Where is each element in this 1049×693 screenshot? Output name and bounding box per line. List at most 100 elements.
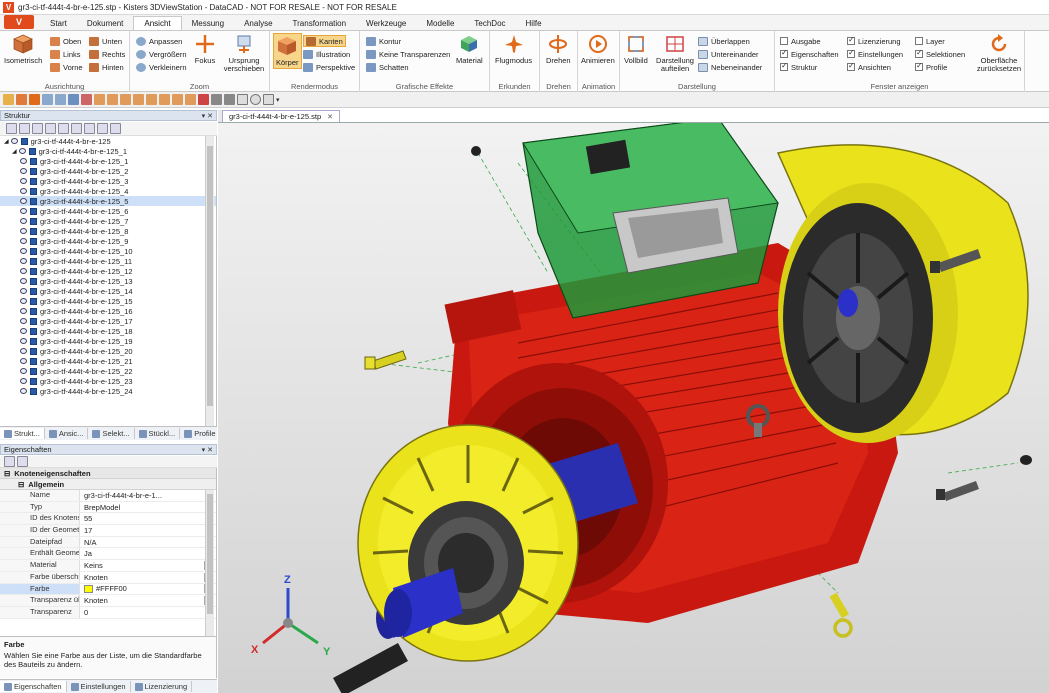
toggle-ansichten[interactable]: Ansichten [847, 61, 891, 73]
view-front-button[interactable]: Vorne [50, 61, 83, 73]
settings-icon[interactable] [110, 123, 121, 134]
close-tab-icon[interactable]: ✕ [327, 113, 333, 121]
tree-item[interactable]: gr3-ci-tf-444t-4-br-e-125_2 [0, 166, 216, 176]
animate-button[interactable]: Animieren [581, 33, 615, 65]
split-view-button[interactable]: Darstellung aufteilen [656, 33, 694, 73]
structure-scrollbar[interactable] [205, 136, 214, 426]
tree-item[interactable]: gr3-ci-tf-444t-4-br-e-125_7 [0, 216, 216, 226]
toggle-eigenschaften[interactable]: Eigenschaften [780, 48, 839, 60]
render-solid-button[interactable]: Körper [273, 33, 302, 69]
tree-item[interactable]: gr3-ci-tf-444t-4-br-e-125_20 [0, 346, 216, 356]
lifting-eye[interactable] [829, 592, 853, 638]
view-left-button[interactable]: Links [50, 48, 81, 60]
tab-analyse[interactable]: Analyse [234, 17, 282, 30]
app-menu-button[interactable]: V [4, 15, 34, 29]
properties-scrollbar[interactable] [205, 490, 214, 636]
view-back-button[interactable]: Hinten [89, 61, 124, 73]
zoom-in-button[interactable]: Vergrößern [136, 48, 187, 60]
visibility-icon[interactable] [20, 288, 27, 294]
stacked-button[interactable]: Untereinander [698, 48, 759, 60]
focus-button[interactable]: Fokus [194, 33, 216, 65]
section-allgemein[interactable]: ⊟ Allgemein [0, 479, 216, 490]
tree-item[interactable]: gr3-ci-tf-444t-4-br-e-125_24 [0, 386, 216, 396]
remove-node-icon[interactable] [71, 123, 82, 134]
prop-value[interactable]: gr3-ci-tf-444t-4-br-e-1... [80, 490, 216, 501]
tab-profile[interactable]: Profile [180, 428, 221, 439]
visibility-icon[interactable] [20, 388, 27, 394]
shadow-button[interactable]: Schatten [366, 61, 409, 73]
tree-item[interactable]: gr3-ci-tf-444t-4-br-e-125_9 [0, 236, 216, 246]
tab-dokument[interactable]: Dokument [77, 17, 133, 30]
rotate-button[interactable]: Drehen [546, 33, 571, 65]
view-right-icon[interactable] [133, 94, 144, 105]
measure-icon[interactable] [198, 94, 209, 105]
expand-all-icon[interactable] [6, 123, 17, 134]
visibility-icon[interactable] [20, 348, 27, 354]
zoom-fit-button[interactable]: Anpassen [136, 35, 182, 47]
tree-item[interactable]: gr3-ci-tf-444t-4-br-e-125_6 [0, 206, 216, 216]
visibility-icon[interactable] [18, 148, 26, 154]
select-tool-icon[interactable] [3, 94, 14, 105]
structure-scroll-thumb[interactable] [207, 146, 213, 406]
tree-item[interactable]: gr3-ci-tf-444t-4-br-e-125_23 [0, 376, 216, 386]
checkbox-struktur[interactable] [780, 61, 788, 71]
checkbox-einstellungen[interactable] [847, 48, 855, 58]
reset-surface-button[interactable]: Oberfläche zurücksetzen [975, 33, 1023, 73]
visibility-icon[interactable] [20, 158, 27, 164]
tree-item[interactable]: gr3-ci-tf-444t-4-br-e-125_8 [0, 226, 216, 236]
collapse-arrow-icon[interactable]: ◢ [4, 138, 9, 145]
tab-messung[interactable]: Messung [182, 17, 234, 30]
nut[interactable] [1020, 455, 1032, 465]
view-right-button[interactable]: Rechts [89, 48, 125, 60]
visibility-icon[interactable] [20, 238, 27, 244]
side-by-side-button[interactable]: Nebeneinander [698, 61, 762, 73]
panel-pin-close-icon[interactable]: ▾ ✕ [202, 112, 213, 120]
collapse-icon[interactable]: ⊟ [4, 469, 10, 478]
tree-item[interactable]: gr3-ci-tf-444t-4-br-e-125_14 [0, 286, 216, 296]
tree-item[interactable]: gr3-ci-tf-444t-4-br-e-125_18 [0, 326, 216, 336]
render-perspective-button[interactable]: Perspektive [303, 61, 355, 73]
collapse-icon[interactable]: ⊟ [18, 480, 24, 489]
visibility-icon[interactable] [20, 218, 27, 224]
tree-item[interactable]: gr3-ci-tf-444t-4-br-e-125_15 [0, 296, 216, 306]
isometric-button[interactable]: Isometrisch [4, 33, 42, 65]
checkbox-profile[interactable] [915, 61, 923, 71]
view-left-icon[interactable] [120, 94, 131, 105]
tree-item[interactable]: gr3-ci-tf-444t-4-br-e-125_10 [0, 246, 216, 256]
visibility-icon[interactable] [20, 318, 27, 324]
view-bottom-button[interactable]: Unten [89, 35, 122, 47]
view-cube-icon[interactable] [81, 94, 92, 105]
transparency-input[interactable]: 0 [80, 607, 216, 618]
tree-item[interactable]: gr3-ci-tf-444t-4-br-e-125_5 [0, 196, 216, 206]
view-iso-icon[interactable] [172, 94, 183, 105]
color-select[interactable]: #FFFF00▼ [80, 584, 216, 595]
visibility-icon[interactable] [20, 198, 27, 204]
visibility-icon[interactable] [20, 208, 27, 214]
toolbar-dropdown-icon[interactable]: ▾ [276, 96, 280, 104]
tab-stueckliste[interactable]: Stückl... [135, 428, 181, 439]
document-tab[interactable]: gr3-ci-tf-444t-4-br-e-125.stp ✕ [222, 110, 340, 122]
zoom-out-button[interactable]: Verkleinern [136, 61, 187, 73]
tab-transformation[interactable]: Transformation [283, 17, 357, 30]
toggle-einstellungen[interactable]: Einstellungen [847, 48, 903, 60]
tree-item[interactable]: gr3-ci-tf-444t-4-br-e-125_21 [0, 356, 216, 366]
fit-tool-icon[interactable] [68, 94, 79, 105]
visibility-icon[interactable] [20, 278, 27, 284]
tab-struktur[interactable]: Strukt... [0, 428, 45, 439]
key-bar[interactable] [333, 643, 408, 693]
tree-item[interactable]: gr3-ci-tf-444t-4-br-e-125_22 [0, 366, 216, 376]
view-top-icon[interactable] [146, 94, 157, 105]
tree-item[interactable]: gr3-ci-tf-444t-4-br-e-125_12 [0, 266, 216, 276]
overlap-button[interactable]: Überlappen [698, 35, 750, 47]
render-edges-button[interactable]: Kanten [303, 35, 346, 47]
add-node-icon[interactable] [58, 123, 69, 134]
toggle-ausgabe[interactable]: Ausgabe [780, 35, 821, 47]
visibility-icon[interactable] [20, 358, 27, 364]
collapse-arrow-icon[interactable]: ◢ [12, 148, 17, 155]
visibility-icon[interactable] [20, 298, 27, 304]
visibility-icon[interactable] [20, 178, 27, 184]
collapse-level-icon[interactable] [45, 123, 56, 134]
tree-item[interactable]: gr3-ci-tf-444t-4-br-e-125_3 [0, 176, 216, 186]
visibility-icon[interactable] [20, 258, 27, 264]
tree-child[interactable]: ◢ gr3-ci-tf-444t-4-br-e-125_1 [0, 146, 216, 156]
